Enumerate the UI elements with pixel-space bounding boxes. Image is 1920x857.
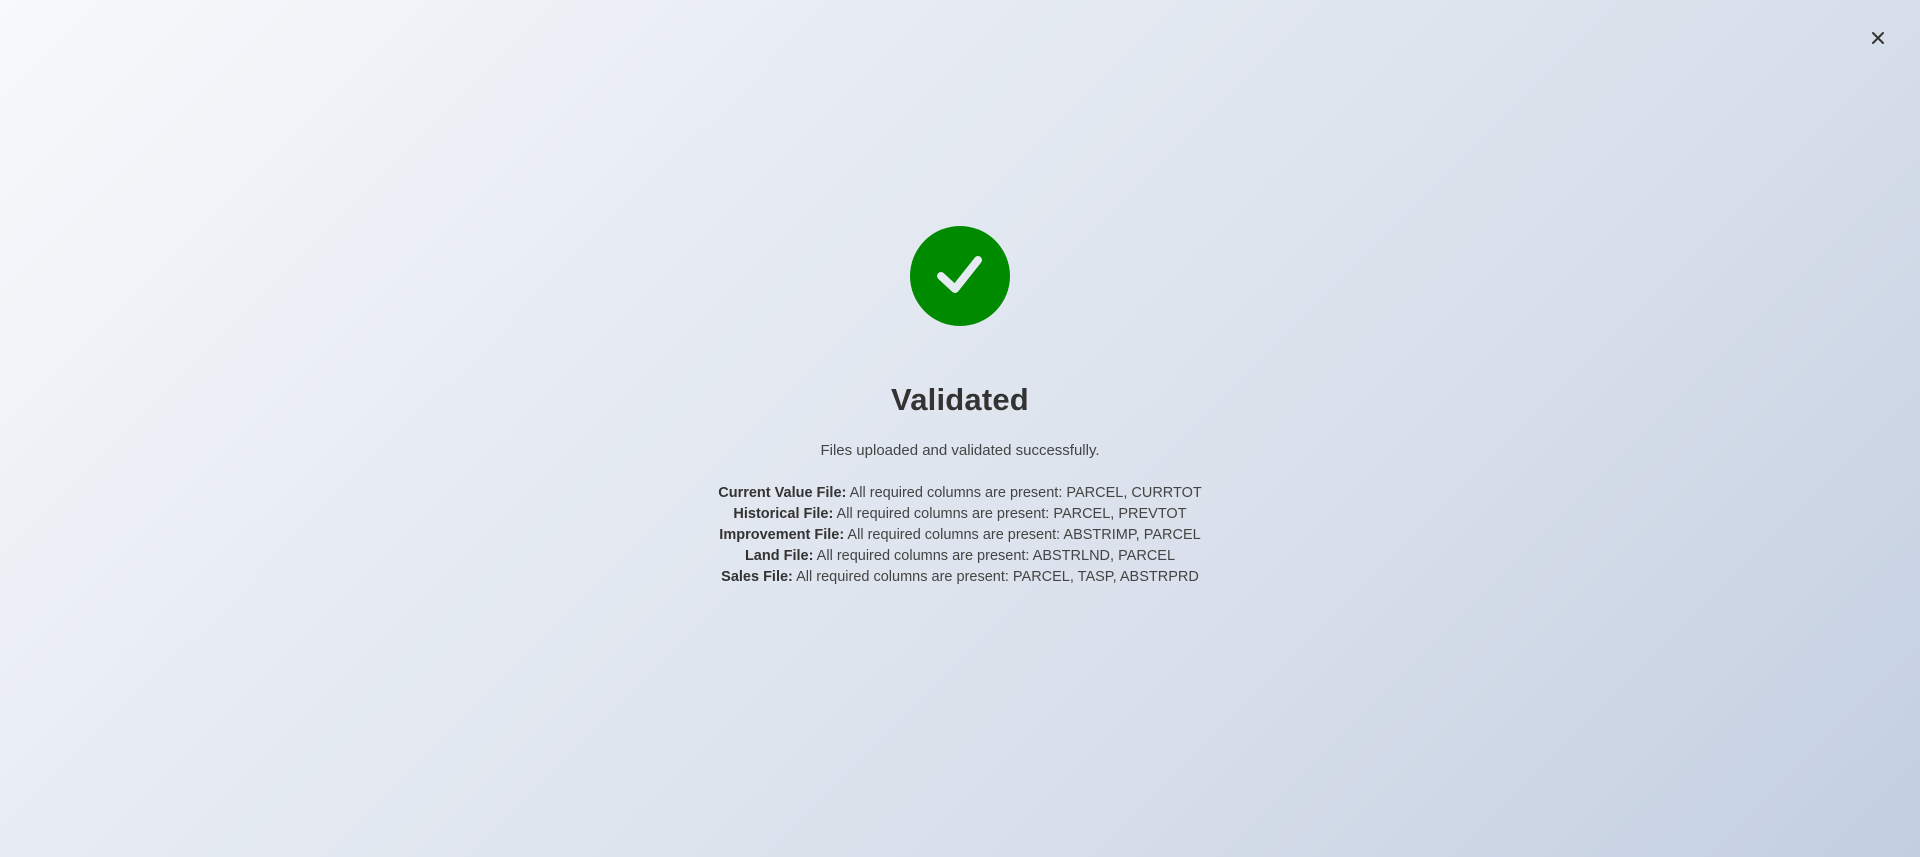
file-label: Improvement File: — [719, 527, 845, 543]
page-title: Validated — [891, 382, 1029, 417]
file-validation-item: Land File: All required columns are pres… — [718, 546, 1202, 567]
file-status-text: All required columns are present: ABSTRI… — [847, 527, 1201, 543]
file-label: Current Value File: — [718, 485, 847, 501]
file-validation-item: Sales File: All required columns are pre… — [718, 567, 1202, 588]
file-validation-item: Historical File: All required columns ar… — [718, 504, 1202, 525]
file-status-text: All required columns are present: ABSTRL… — [816, 548, 1176, 564]
validation-result: Validated Files uploaded and validated s… — [0, 226, 1920, 588]
file-validation-item: Improvement File: All required columns a… — [718, 525, 1202, 546]
file-label: Land File: — [744, 548, 814, 564]
close-button[interactable] — [1866, 28, 1890, 52]
checkmark-circle-icon — [910, 226, 1010, 326]
file-validation-list: Current Value File: All required columns… — [718, 483, 1202, 588]
file-status-text: All required columns are present: PARCEL… — [849, 485, 1202, 501]
file-status-text: All required columns are present: PARCEL… — [836, 506, 1187, 522]
file-status-text: All required columns are present: PARCEL… — [796, 569, 1199, 585]
file-validation-item: Current Value File: All required columns… — [718, 483, 1202, 504]
file-label: Sales File: — [721, 569, 793, 585]
close-icon[interactable] — [1871, 31, 1885, 50]
file-label: Historical File: — [733, 506, 834, 522]
status-message: Files uploaded and validated successfull… — [820, 442, 1100, 459]
